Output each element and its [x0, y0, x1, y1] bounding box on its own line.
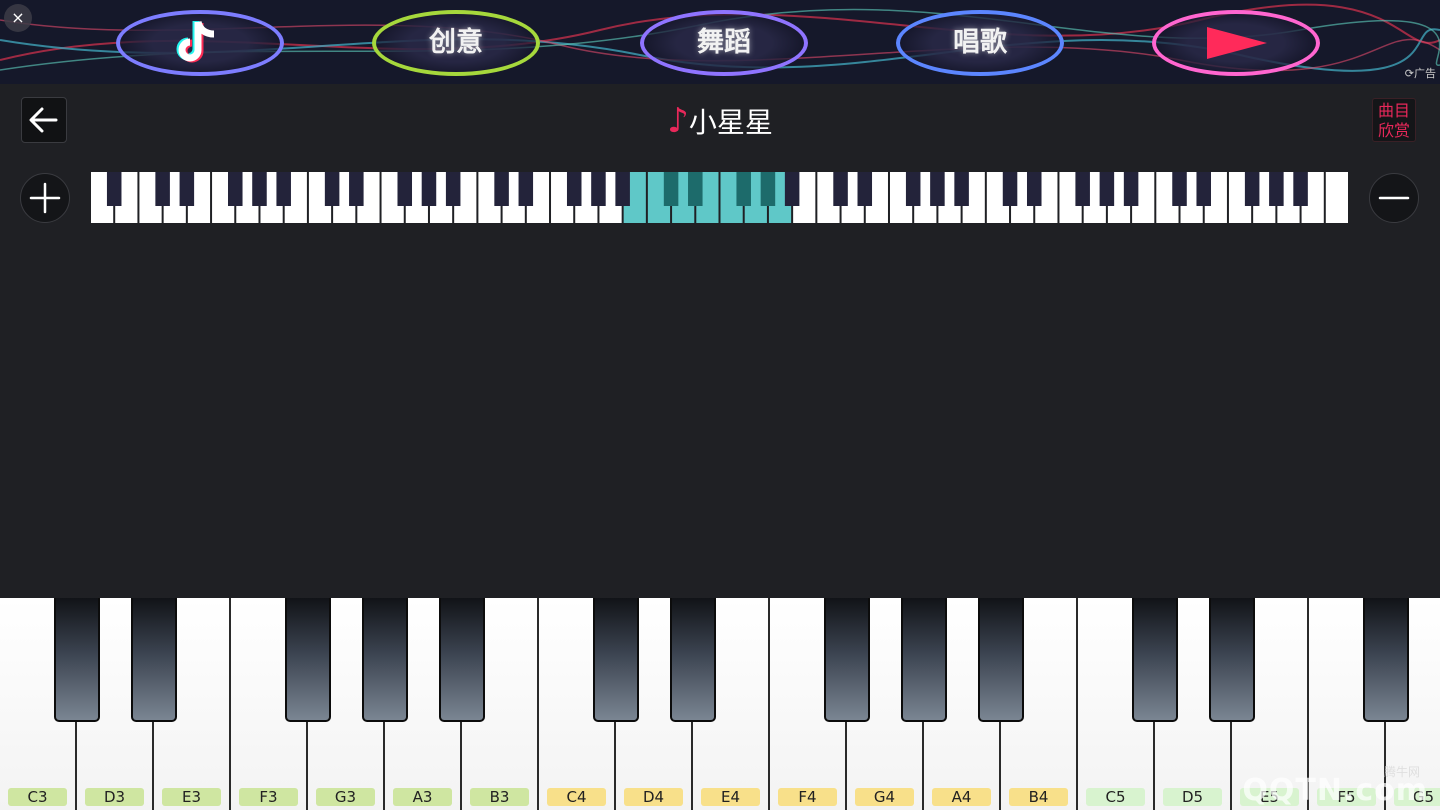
- mini-black-key: [930, 172, 945, 206]
- remove-key-button[interactable]: [1369, 173, 1419, 223]
- mini-black-key: [397, 172, 413, 206]
- black-key[interactable]: [824, 598, 870, 722]
- watermark-logo: QQTN.com: [1242, 773, 1428, 808]
- key-label: C4: [547, 788, 606, 806]
- key-label: D5: [1163, 788, 1222, 806]
- mini-black-key: [615, 172, 630, 206]
- mini-black-key: [228, 172, 243, 206]
- key-label: G3: [316, 788, 375, 806]
- mini-black-key: [905, 172, 921, 206]
- song-list-button[interactable]: 曲目 欣赏: [1372, 98, 1416, 142]
- mini-black-key: [736, 172, 751, 206]
- song-title: ♪小星星: [0, 102, 1440, 142]
- piano-keyboard[interactable]: C3 D3 E3 F3 G3 A3 B3 C4 D4 E4 F4 G4 A4 B4 C5 D5 E5 F5 G5: [0, 598, 1440, 810]
- mini-black-key: [494, 172, 509, 206]
- mini-black-key: [324, 172, 340, 206]
- black-key[interactable]: [1209, 598, 1255, 722]
- mini-black-key: [760, 172, 776, 206]
- key-label: B4: [1009, 788, 1068, 806]
- mini-black-key: [1099, 172, 1115, 206]
- key-label: F4: [778, 788, 837, 806]
- mini-black-key: [155, 172, 170, 206]
- black-key[interactable]: [670, 598, 716, 722]
- refresh-icon: ⟳: [1404, 67, 1414, 80]
- mini-black-key: [1026, 172, 1042, 206]
- key-label: D3: [85, 788, 144, 806]
- mini-white-key: [1325, 172, 1348, 223]
- key-label: E3: [162, 788, 221, 806]
- ad-banner[interactable]: × 创意 舞蹈 唱歌 ⟳广告: [0, 0, 1440, 84]
- ad-item-play[interactable]: [1152, 10, 1320, 76]
- mini-keyboard-range-selector[interactable]: [90, 172, 1349, 223]
- ad-ring: [1152, 10, 1320, 76]
- mini-black-key: [1075, 172, 1090, 206]
- key-label: B3: [470, 788, 529, 806]
- mini-black-key: [421, 172, 437, 206]
- mini-black-key: [252, 172, 267, 206]
- mini-black-key: [445, 172, 461, 206]
- black-key[interactable]: [593, 598, 639, 722]
- ad-item-label: 舞蹈: [697, 27, 751, 58]
- key-label: D4: [624, 788, 683, 806]
- black-key[interactable]: [1132, 598, 1178, 722]
- mini-black-key: [349, 172, 364, 206]
- key-label: F3: [239, 788, 298, 806]
- mini-black-key: [1269, 172, 1284, 206]
- mini-black-key: [784, 172, 800, 206]
- black-key[interactable]: [901, 598, 947, 722]
- mini-black-key: [663, 172, 679, 206]
- mini-black-key: [1244, 172, 1260, 206]
- mini-black-key: [1196, 172, 1211, 206]
- ad-item-sing[interactable]: 唱歌: [896, 10, 1064, 76]
- black-key[interactable]: [1363, 598, 1409, 722]
- plus-icon: [29, 182, 61, 214]
- black-key[interactable]: [362, 598, 408, 722]
- mini-black-key: [688, 172, 703, 206]
- minus-icon: [1378, 196, 1410, 200]
- key-label: G4: [855, 788, 914, 806]
- add-key-button[interactable]: [20, 173, 70, 223]
- song-title-text: 小星星: [688, 106, 773, 139]
- mini-black-key: [276, 172, 291, 206]
- ad-label: ⟳广告: [1405, 65, 1436, 81]
- black-key[interactable]: [439, 598, 485, 722]
- key-label: C3: [8, 788, 67, 806]
- mini-black-key: [1002, 172, 1018, 206]
- mini-black-key: [833, 172, 848, 206]
- key-label: C5: [1086, 788, 1145, 806]
- key-label: E4: [701, 788, 760, 806]
- key-label: A4: [932, 788, 991, 806]
- music-note-icon: ♪: [667, 101, 689, 141]
- ad-item-label: 唱歌: [953, 27, 1007, 58]
- mini-black-key: [1123, 172, 1139, 206]
- key-label: A3: [393, 788, 452, 806]
- mini-black-key: [954, 172, 969, 206]
- mini-black-key: [106, 172, 122, 206]
- ad-label-text: 广告: [1414, 67, 1436, 80]
- ad-close-button[interactable]: ×: [4, 4, 32, 32]
- black-key[interactable]: [285, 598, 331, 722]
- mini-black-key: [1293, 172, 1308, 206]
- ad-ring: [116, 10, 284, 76]
- song-list-label-line2: 欣赏: [1377, 121, 1410, 140]
- mini-black-key: [518, 172, 534, 206]
- ad-item-tiktok[interactable]: [116, 10, 284, 76]
- black-key[interactable]: [54, 598, 100, 722]
- ad-item-dance[interactable]: 舞蹈: [640, 10, 808, 76]
- mini-black-key: [591, 172, 606, 206]
- black-key[interactable]: [131, 598, 177, 722]
- black-key[interactable]: [978, 598, 1024, 722]
- mini-black-key: [179, 172, 195, 206]
- mini-black-key: [1172, 172, 1187, 206]
- ad-item-label: 创意: [429, 27, 483, 58]
- song-list-label-line1: 曲目: [1377, 101, 1410, 120]
- mini-black-key: [857, 172, 873, 206]
- ad-item-creative[interactable]: 创意: [372, 10, 540, 76]
- mini-black-key: [566, 172, 582, 206]
